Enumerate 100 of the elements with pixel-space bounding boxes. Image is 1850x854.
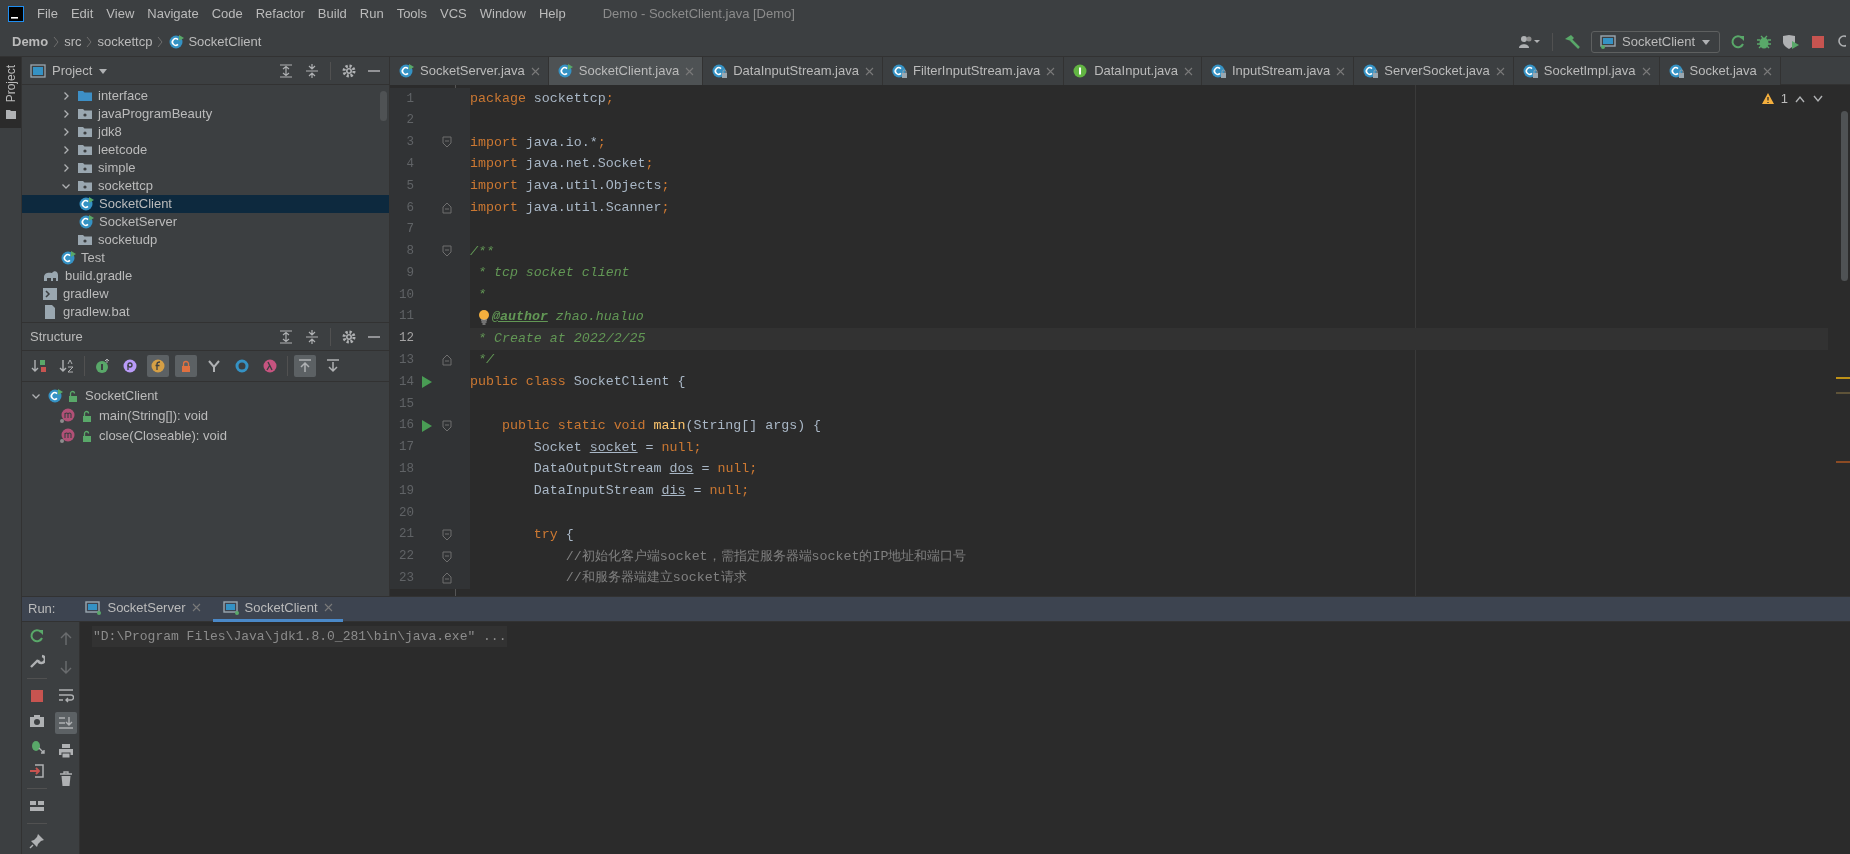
menu-item[interactable]: Window bbox=[479, 4, 526, 24]
editor-tab[interactable]: DataInputStream.java bbox=[703, 57, 883, 85]
fold-icon[interactable] bbox=[442, 528, 452, 541]
autoscroll-to-source-toggle[interactable] bbox=[294, 355, 316, 377]
menu-item[interactable]: Build bbox=[317, 4, 347, 24]
close-icon[interactable] bbox=[323, 603, 333, 612]
warning-count[interactable]: 1 bbox=[1780, 89, 1788, 109]
tree-item[interactable]: gradlew bbox=[22, 285, 389, 303]
search-icon[interactable] bbox=[1836, 34, 1846, 50]
expand-all-icon[interactable] bbox=[278, 328, 294, 345]
breadcrumb[interactable]: Demo bbox=[12, 32, 49, 52]
menu-item[interactable]: Navigate bbox=[147, 4, 199, 24]
settings-icon[interactable] bbox=[341, 62, 357, 79]
scrollbar-thumb[interactable] bbox=[1841, 111, 1848, 281]
fold-icon[interactable] bbox=[442, 245, 452, 258]
warning-icon[interactable] bbox=[1760, 92, 1775, 106]
close-icon[interactable] bbox=[1046, 66, 1056, 76]
code-token: @author bbox=[492, 307, 548, 326]
breadcrumb[interactable]: src bbox=[64, 32, 82, 52]
field-toggle[interactable] bbox=[147, 355, 169, 377]
run-icon[interactable] bbox=[421, 375, 433, 390]
bug-arrow-icon[interactable] bbox=[29, 738, 45, 754]
layout-icon[interactable] bbox=[29, 798, 45, 814]
lightbulb-icon[interactable] bbox=[478, 308, 490, 325]
close-icon[interactable] bbox=[1762, 66, 1772, 76]
menu-item[interactable]: View bbox=[106, 4, 135, 24]
rerun-icon[interactable] bbox=[29, 628, 45, 644]
editor-tab[interactable]: Socket.java bbox=[1659, 57, 1781, 85]
tree-item[interactable]: Test bbox=[22, 249, 389, 267]
user-icon[interactable] bbox=[1518, 34, 1542, 50]
hammer-icon[interactable] bbox=[1563, 33, 1581, 51]
editor-tab[interactable]: SocketServer.java bbox=[390, 57, 549, 85]
tree-item[interactable]: javaProgramBeauty bbox=[22, 105, 389, 123]
editor-tab[interactable]: SocketClient.java bbox=[548, 57, 704, 85]
tree-item[interactable]: SocketClient bbox=[22, 195, 389, 213]
menu-item[interactable]: Run bbox=[359, 4, 384, 24]
scroll-to-end-button[interactable] bbox=[54, 712, 77, 734]
code-token: public static void bbox=[500, 416, 647, 435]
editor-tab[interactable]: SocketImpl.java bbox=[1513, 57, 1660, 85]
close-icon[interactable] bbox=[1184, 66, 1193, 76]
close-icon[interactable] bbox=[864, 66, 874, 76]
fold-icon[interactable] bbox=[442, 136, 452, 149]
tree-item[interactable]: SocketServer bbox=[22, 213, 389, 231]
tree-item[interactable]: sockettcp bbox=[22, 177, 389, 195]
tree-item[interactable]: leetcode bbox=[22, 141, 389, 159]
tree-item[interactable]: SocketClient bbox=[22, 386, 389, 406]
tree-item[interactable]: close(Closeable): void bbox=[22, 426, 389, 446]
close-icon[interactable] bbox=[1495, 66, 1505, 76]
tree-item[interactable]: jdk8 bbox=[22, 123, 389, 141]
tree-item[interactable]: interface bbox=[22, 87, 389, 105]
panel-icon bbox=[30, 63, 46, 78]
tree-item[interactable]: main(String[]): void bbox=[22, 406, 389, 426]
editor-tab[interactable]: FilterInputStream.java bbox=[882, 57, 1065, 85]
breadcrumb[interactable]: SocketClient bbox=[188, 32, 262, 52]
close-icon[interactable] bbox=[191, 603, 201, 612]
editor-tab[interactable]: DataInput.java bbox=[1064, 57, 1202, 85]
tree-item[interactable]: simple bbox=[22, 159, 389, 177]
close-icon[interactable] bbox=[1641, 66, 1651, 76]
open-lock-icon bbox=[82, 430, 94, 442]
close-icon[interactable] bbox=[1336, 66, 1346, 76]
project-tool-tab[interactable]: Project bbox=[0, 57, 21, 129]
fold-icon[interactable] bbox=[442, 201, 452, 214]
menu-item[interactable]: Refactor bbox=[255, 4, 305, 24]
project-view-dropdown[interactable]: Project bbox=[30, 60, 109, 81]
tree-item[interactable]: socketudp bbox=[22, 231, 389, 249]
editor-tab[interactable]: InputStream.java bbox=[1202, 57, 1355, 85]
menu-item[interactable]: VCS bbox=[440, 4, 467, 24]
editor-tab[interactable]: ServerSocket.java bbox=[1354, 57, 1514, 85]
settings-icon[interactable] bbox=[341, 328, 357, 345]
code-token: //和服务器端建立socket请求 bbox=[564, 569, 747, 588]
pin-icon[interactable] bbox=[29, 833, 45, 849]
stop-icon[interactable] bbox=[29, 688, 45, 704]
bug-icon[interactable] bbox=[1756, 34, 1772, 50]
breadcrumb[interactable]: sockettcp bbox=[97, 32, 153, 52]
fold-icon[interactable] bbox=[442, 550, 452, 563]
tree-item[interactable]: build.gradle bbox=[22, 267, 389, 285]
stop-icon[interactable] bbox=[1810, 34, 1826, 50]
menu-item[interactable]: Tools bbox=[396, 4, 427, 24]
collapse-all-icon[interactable] bbox=[304, 62, 320, 79]
menu-item[interactable]: Edit bbox=[70, 4, 94, 24]
shield-run-icon[interactable] bbox=[1782, 34, 1800, 50]
run-tab[interactable]: SocketServer bbox=[75, 596, 211, 622]
run-icon[interactable] bbox=[421, 418, 433, 433]
run-config-dropdown[interactable]: SocketClient bbox=[1591, 31, 1720, 53]
next-icon[interactable] bbox=[1812, 93, 1824, 104]
lock-toggle[interactable] bbox=[175, 355, 197, 377]
expand-all-icon[interactable] bbox=[278, 62, 294, 79]
collapse-all-icon[interactable] bbox=[304, 328, 320, 345]
code-token: { bbox=[564, 525, 574, 544]
camera-icon[interactable] bbox=[29, 713, 45, 729]
fold-icon[interactable] bbox=[442, 354, 452, 367]
menu-item[interactable]: File bbox=[37, 4, 58, 24]
fold-icon[interactable] bbox=[442, 572, 452, 585]
close-icon[interactable] bbox=[530, 66, 540, 76]
exit-icon[interactable] bbox=[29, 763, 45, 779]
menu-item[interactable]: Code bbox=[211, 4, 243, 24]
fold-icon[interactable] bbox=[442, 419, 452, 432]
menu-item[interactable]: Help bbox=[538, 4, 566, 24]
rerun-icon[interactable] bbox=[1730, 34, 1746, 50]
tree-item[interactable]: gradlew.bat bbox=[22, 303, 389, 321]
